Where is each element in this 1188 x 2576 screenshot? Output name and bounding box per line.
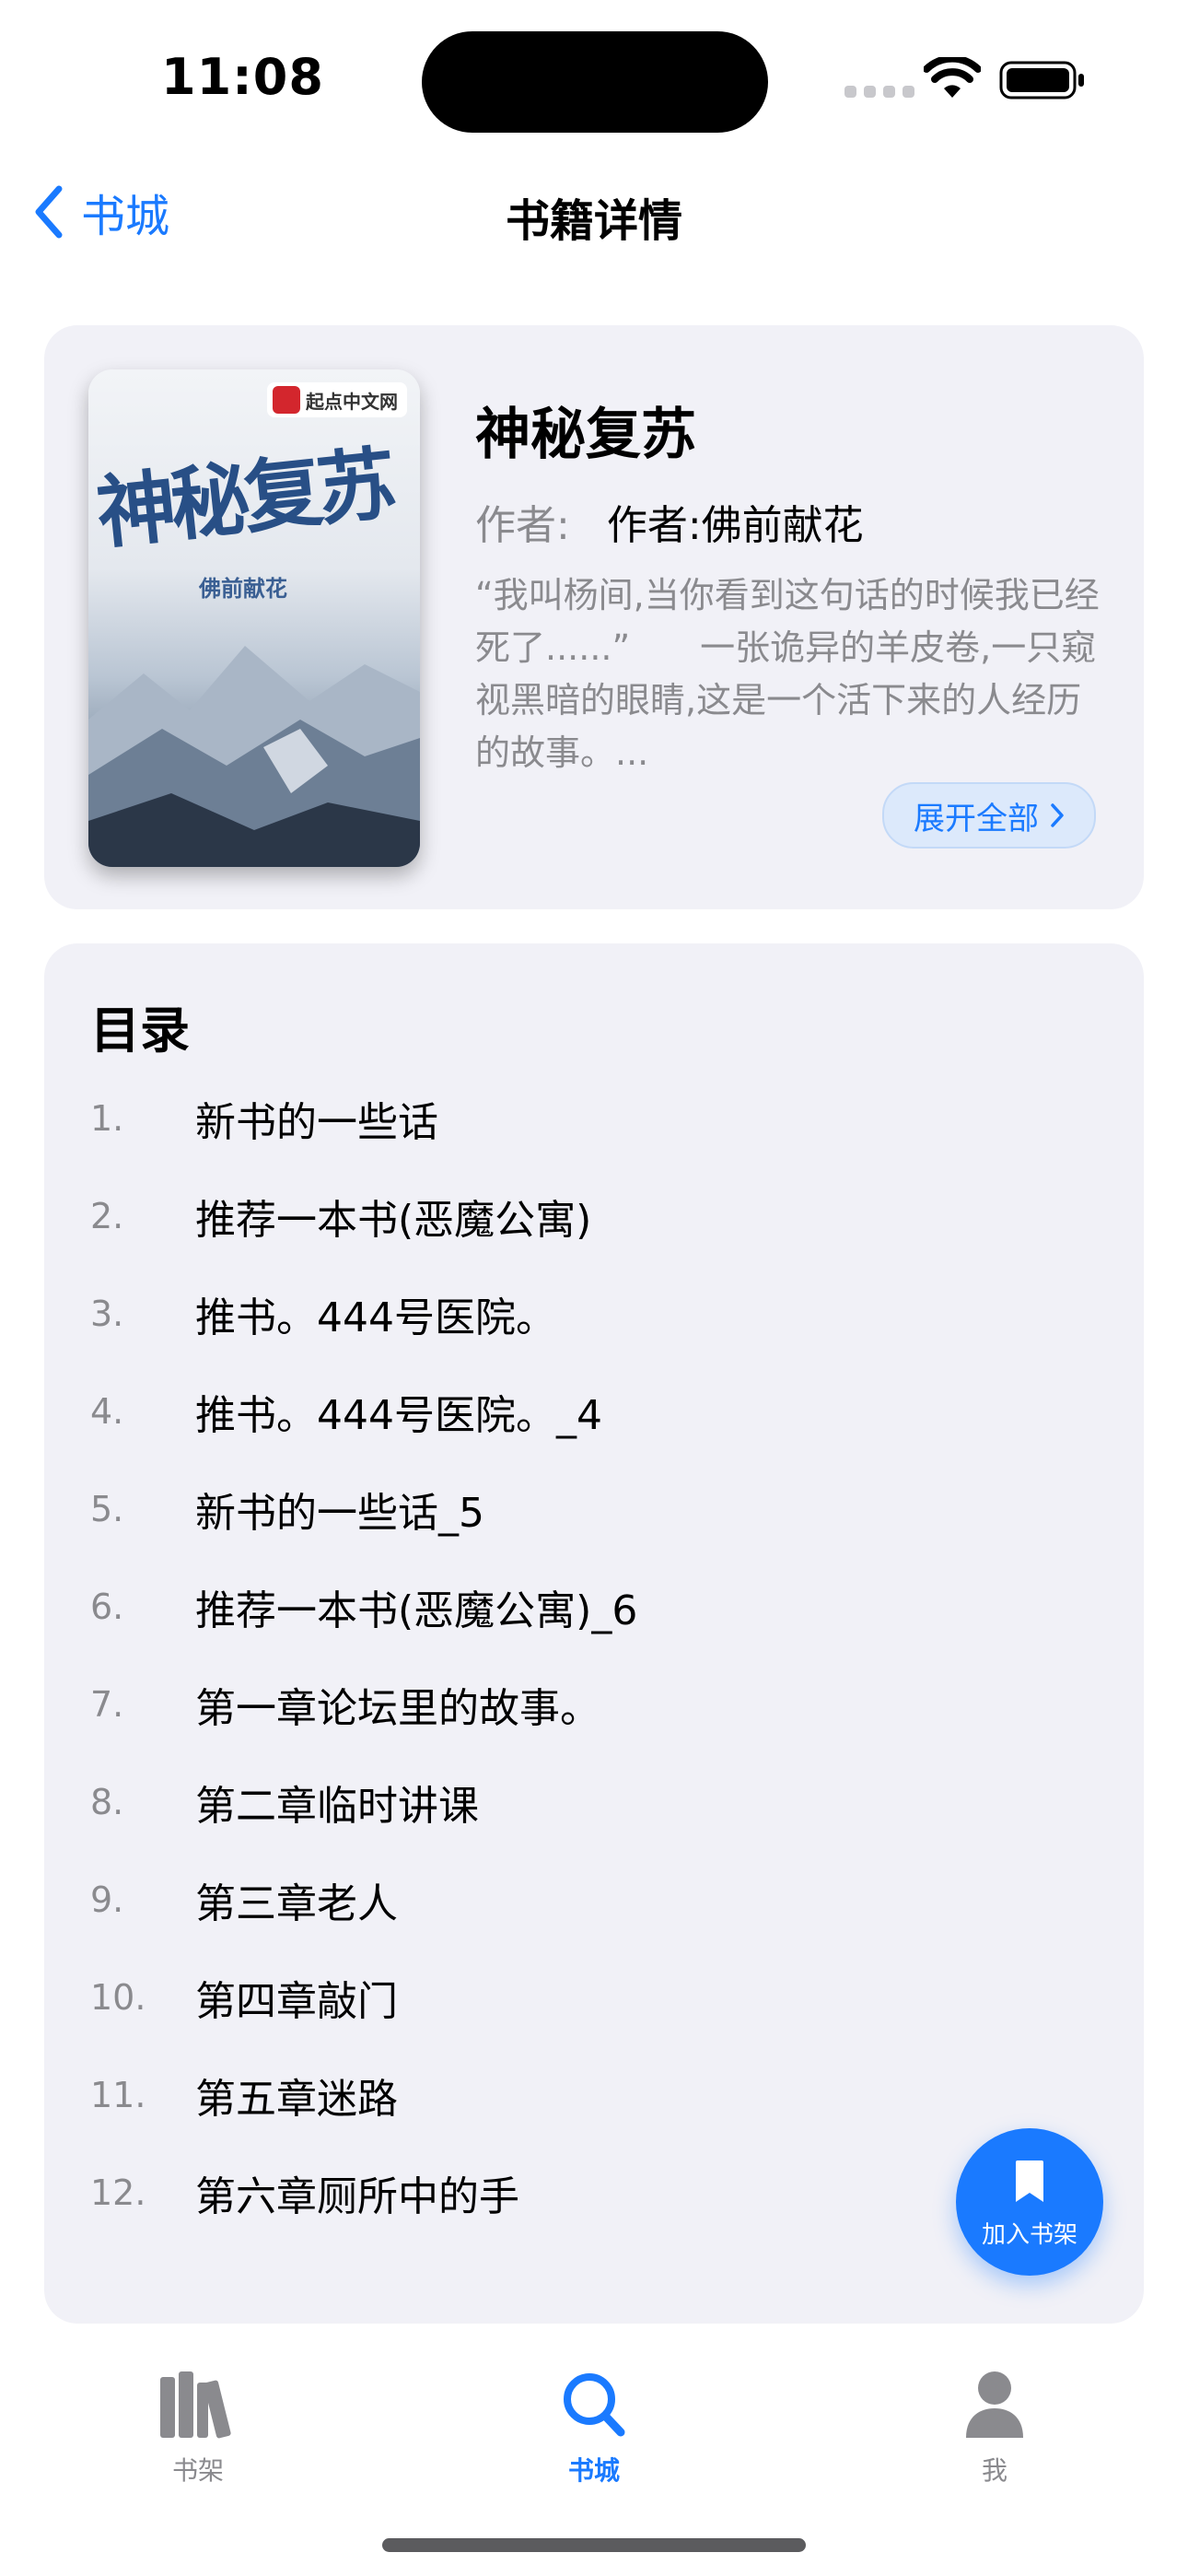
toc-item-title: 新书的一些话_5 (195, 1490, 484, 1537)
tab-label: 书架 (171, 2455, 224, 2486)
toc-item-title: 第六章厕所中的手 (195, 2173, 519, 2220)
home-indicator[interactable] (382, 2538, 806, 2552)
toc-item-number: 4. (90, 1391, 124, 1432)
toc-item[interactable]: 10. 第四章敲门 (90, 1961, 1103, 2034)
toc-item-number: 2. (90, 1196, 124, 1236)
toc-item-number: 1. (90, 1098, 124, 1139)
toc-item-number: 9. (90, 1879, 124, 1920)
author-value: 作者:佛前献花 (606, 502, 864, 549)
toc-item[interactable]: 5. 新书的一些话_5 (90, 1472, 1103, 1546)
toc-item-title: 推荐一本书(恶魔公寓)_6 (195, 1587, 638, 1634)
status-time: 11:08 (161, 48, 324, 106)
toc-item-title: 第四章敲门 (195, 1978, 398, 2025)
dynamic-island (422, 31, 768, 133)
toc-item-title: 推书。444号医院。 (195, 1294, 556, 1341)
cover-publisher-badge: 起点中文网 (267, 382, 407, 417)
toc-item[interactable]: 6. 推荐一本书(恶魔公寓)_6 (90, 1570, 1103, 1644)
books-icon (160, 2371, 231, 2439)
toc-item[interactable]: 7. 第一章论坛里的故事。 (90, 1668, 1103, 1741)
toc-item-number: 7. (90, 1684, 124, 1725)
toc-item-number: 5. (90, 1489, 124, 1529)
book-description: “我叫杨间,当你看到这句话的时候我已经死了......” 一张诡异的羊皮卷,一只… (475, 575, 1100, 773)
expand-all-button[interactable]: 展开全部 (882, 782, 1096, 849)
book-meta: 神秘复苏 作者: 作者:佛前献花 “我叫杨间,当你看到这句话的时候我已经死了..… (475, 390, 1111, 779)
book-title: 神秘复苏 (475, 403, 696, 467)
toc-item[interactable]: 12. 第六章厕所中的手 (90, 2156, 1103, 2230)
book-cover[interactable]: 起点中文网 神秘复苏 佛前献花 (88, 369, 420, 867)
cover-title: 神秘复苏 (92, 437, 396, 561)
toc-item[interactable]: 11. 第五章迷路 (90, 2058, 1103, 2132)
toc-heading: 目录 (90, 1001, 190, 1060)
toc-item-number: 3. (90, 1294, 124, 1334)
add-to-bookshelf-label: 加入书架 (981, 2220, 1077, 2249)
search-icon (564, 2373, 625, 2437)
toc-item[interactable]: 4. 推书。444号医院。_4 (90, 1375, 1103, 1448)
toc-item-title: 第一章论坛里的故事。 (195, 1685, 600, 1732)
bookmark-icon (1016, 2160, 1043, 2202)
author-row: 作者: 作者:佛前献花 (475, 492, 1111, 551)
cellular-signal-icon (844, 86, 914, 98)
battery-icon (999, 61, 1084, 100)
toc-item-number: 11. (90, 2075, 146, 2115)
tab-me[interactable]: 我 (903, 2368, 1087, 2488)
expand-all-label: 展开全部 (914, 800, 1039, 837)
tab-bookshelf[interactable]: 书架 (106, 2368, 290, 2488)
qidian-logo-icon (273, 386, 300, 414)
toc-item[interactable]: 2. 推荐一本书(恶魔公寓) (90, 1179, 1103, 1253)
toc-item[interactable]: 8. 第二章临时讲课 (90, 1765, 1103, 1839)
toc-item-title: 第三章老人 (195, 1880, 398, 1927)
chevron-right-icon (1051, 803, 1064, 827)
add-to-bookshelf-button[interactable]: 加入书架 (956, 2128, 1103, 2276)
toc-item-number: 12. (90, 2172, 146, 2213)
author-key: 作者: (475, 502, 570, 549)
toc-item-number: 10. (90, 1977, 146, 2018)
cover-author: 佛前献花 (199, 576, 287, 602)
toc-item-title: 新书的一些话 (195, 1099, 438, 1146)
toc-item[interactable]: 1. 新书的一些话 (90, 1082, 1103, 1155)
toc-item-title: 推荐一本书(恶魔公寓) (195, 1197, 592, 1244)
toc-item[interactable]: 9. 第三章老人 (90, 1863, 1103, 1937)
toc-card: 目录 1. 新书的一些话 2. 推荐一本书(恶魔公寓) 3. 推书。444号医院。 4… (44, 943, 1144, 2324)
person-icon (966, 2371, 1023, 2438)
tab-label: 书城 (567, 2455, 620, 2486)
book-info-card: 起点中文网 神秘复苏 佛前献花 神秘复苏 作者: 作者:佛前献花 “我叫杨间,当… (44, 325, 1144, 909)
cover-publisher-text: 起点中文网 (306, 390, 398, 413)
tab-label: 我 (981, 2455, 1007, 2486)
toc-item-number: 6. (90, 1587, 124, 1627)
toc-item[interactable]: 3. 推书。444号医院。 (90, 1277, 1103, 1351)
toc-item-title: 推书。444号医院。_4 (195, 1392, 602, 1439)
page-title: 书籍详情 (505, 195, 682, 247)
toc-item-title: 第五章迷路 (195, 2076, 398, 2123)
toc-item-title: 第二章临时讲课 (195, 1783, 479, 1830)
cover-mountain-art (88, 646, 420, 867)
toc-item-number: 8. (90, 1782, 124, 1822)
tab-bookstore[interactable]: 书城 (502, 2368, 686, 2488)
navigation-bar: 书城 书籍详情 (0, 157, 1188, 267)
wifi-icon (924, 57, 981, 98)
status-bar: 11:08 (0, 0, 1188, 157)
